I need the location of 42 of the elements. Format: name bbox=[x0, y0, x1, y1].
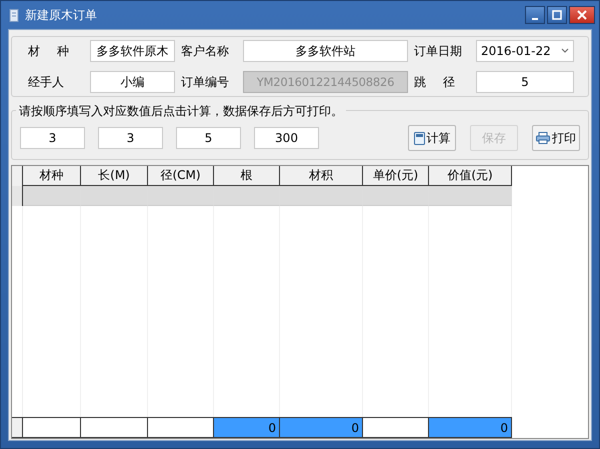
minimize-button[interactable] bbox=[525, 6, 545, 24]
column-header[interactable]: 材积 bbox=[280, 166, 363, 186]
maximize-button[interactable] bbox=[547, 6, 567, 24]
column-header[interactable]: 价值(元) bbox=[429, 166, 512, 186]
total-cell: 0 bbox=[429, 417, 512, 438]
field-label: 订单编号 bbox=[181, 74, 230, 90]
document-icon bbox=[9, 8, 19, 22]
column-header[interactable]: 根 bbox=[214, 166, 280, 186]
input-field[interactable]: 小编 bbox=[90, 71, 175, 93]
window-title: 新建原木订单 bbox=[25, 6, 97, 24]
input-field[interactable]: 3 bbox=[98, 127, 163, 149]
field-label: 客户名称 bbox=[181, 42, 230, 60]
input-field[interactable]: 多多软件站 bbox=[243, 40, 408, 62]
input-field[interactable]: 多多软件原木 bbox=[90, 40, 175, 62]
calculator-icon bbox=[414, 132, 424, 144]
field-label: 跳 径 bbox=[414, 74, 456, 90]
row-selector[interactable] bbox=[12, 186, 23, 206]
column-header[interactable]: 材种 bbox=[23, 166, 81, 186]
printer-icon bbox=[536, 132, 550, 144]
column-header[interactable]: 径(CM) bbox=[148, 166, 214, 186]
row-header-cell bbox=[12, 166, 23, 186]
input-field[interactable]: 5 bbox=[476, 71, 574, 93]
date-picker[interactable]: 2016-01-22 bbox=[476, 40, 574, 62]
close-button[interactable] bbox=[569, 6, 595, 24]
field-label: 材 种 bbox=[28, 42, 70, 60]
total-cell: 0 bbox=[214, 417, 280, 438]
input-field[interactable]: 5 bbox=[176, 127, 241, 149]
maximize-icon bbox=[552, 10, 562, 20]
input-field[interactable]: 300 bbox=[254, 127, 319, 149]
input-field[interactable]: 3 bbox=[20, 127, 85, 149]
column-header[interactable]: 长(M) bbox=[81, 166, 148, 186]
row-header-cell bbox=[12, 417, 23, 438]
total-cell: 0 bbox=[280, 417, 363, 438]
field-label: 订单日期 bbox=[414, 42, 463, 60]
dropdown-caret-icon bbox=[561, 48, 569, 54]
close-icon bbox=[577, 10, 587, 20]
minimize-icon bbox=[532, 18, 538, 20]
action-button[interactable]: 计算 bbox=[408, 125, 456, 151]
instruction-text: 请按顺序填写入对应数值后点击计算，数据保存后方可打印。 bbox=[16, 103, 346, 120]
field-label: 经手人 bbox=[28, 74, 65, 90]
column-header[interactable]: 单价(元) bbox=[363, 166, 429, 186]
action-button[interactable]: 打印 bbox=[532, 125, 580, 151]
